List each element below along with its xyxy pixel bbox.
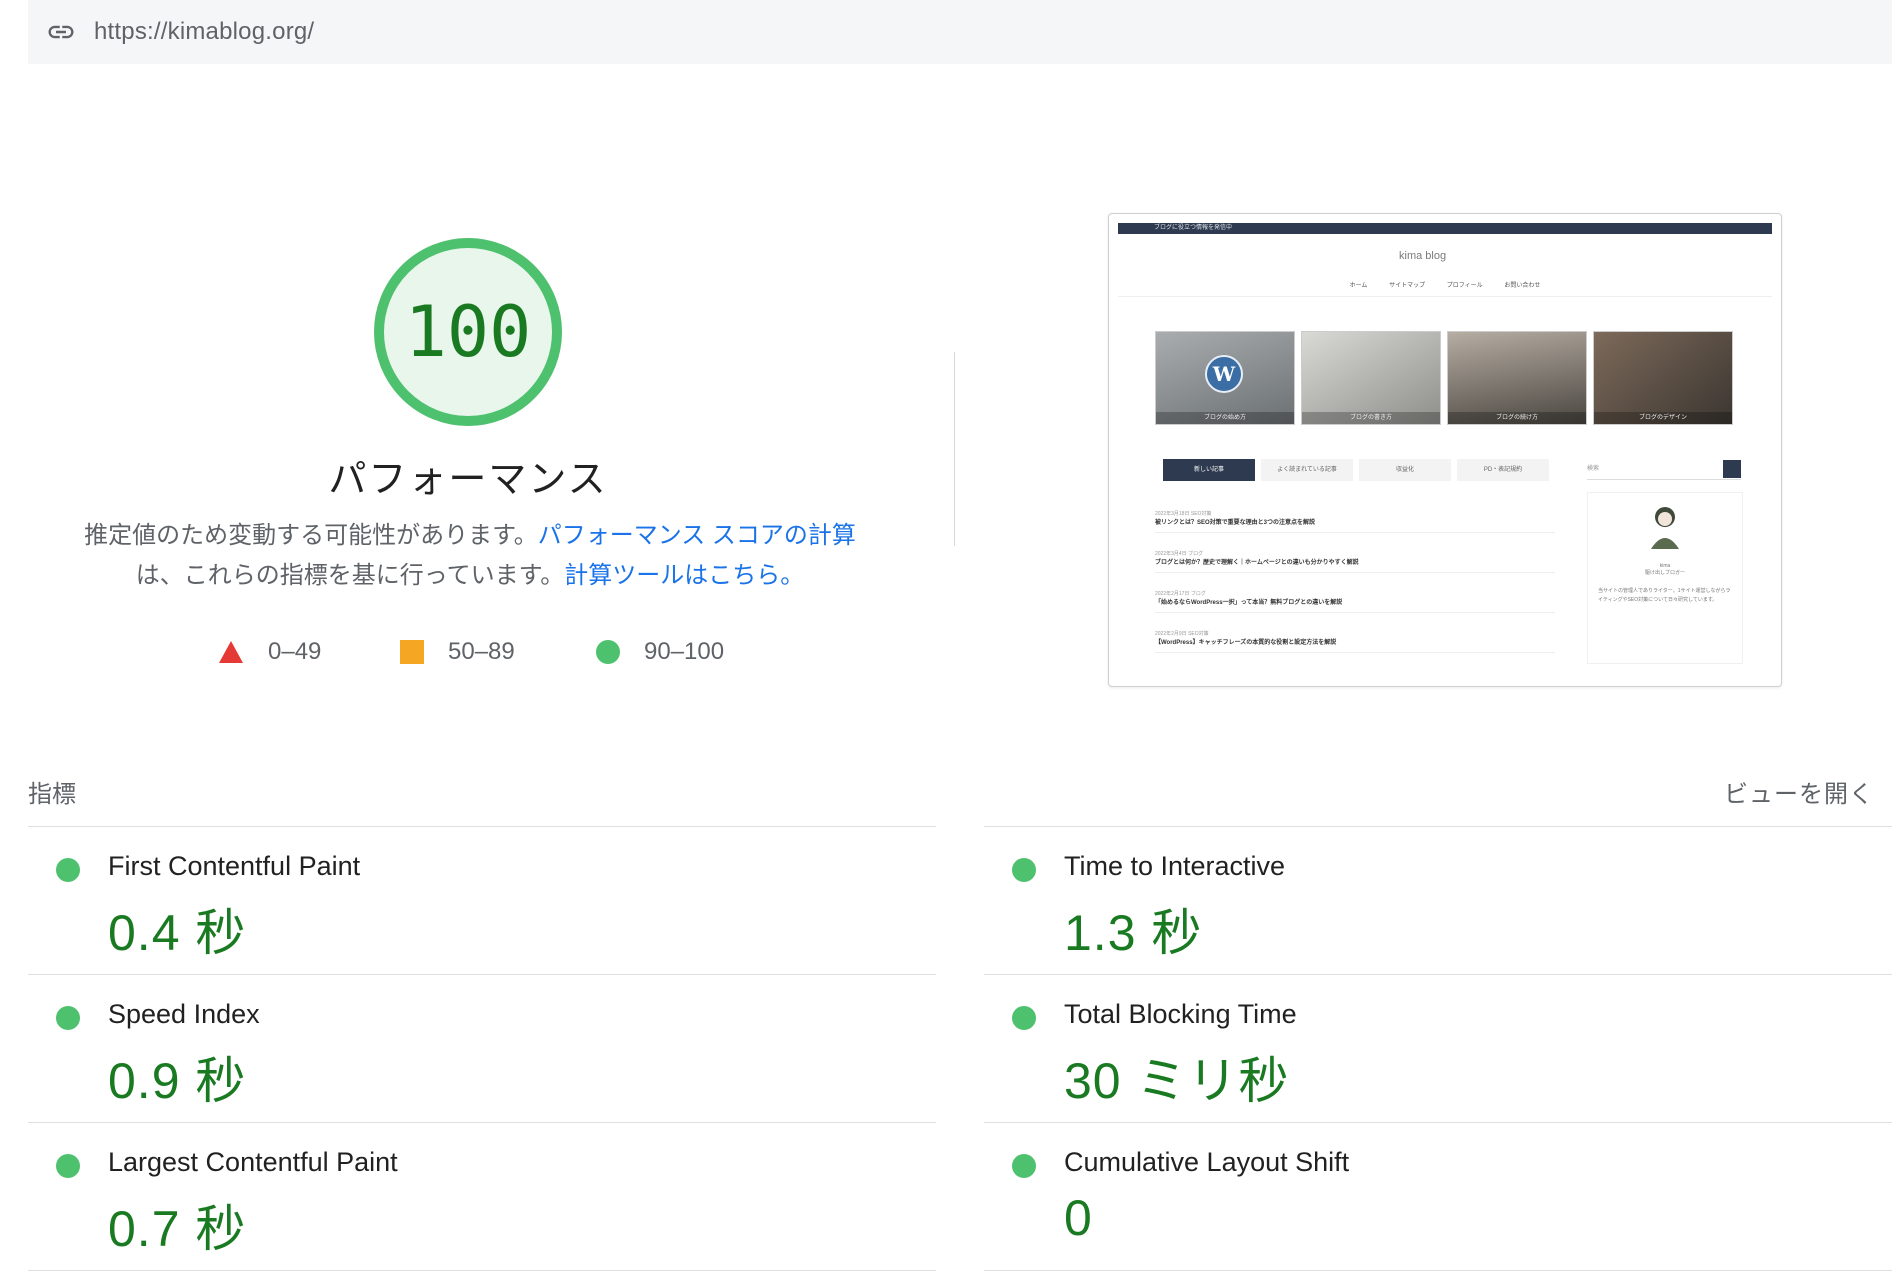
square-icon: [400, 640, 424, 664]
performance-score-gauge: 100: [370, 234, 566, 430]
thumb-tab: 新しい記事: [1163, 459, 1255, 481]
thumb-profile-bio: 当サイトの管理人でありライター。1サイト運営しながらライティングやSEO対策につ…: [1598, 588, 1731, 603]
legend-item-average: 50–89: [400, 638, 515, 666]
thumb-post-meta: 2022年2月17日 ブログ: [1155, 591, 1206, 597]
pass-status-icon: [56, 1006, 80, 1030]
metric-value: 0.9 秒: [108, 1053, 247, 1109]
thumb-topbar-text: ブログに役立つ情報を発信中: [1154, 225, 1233, 231]
performance-score: 100: [404, 291, 532, 373]
thumb-search-placeholder: 検索: [1587, 466, 1600, 472]
legend-range-pass: 90–100: [644, 638, 725, 665]
metric-largest-contentful-paint: Largest Contentful Paint 0.7 秒: [28, 1123, 936, 1271]
metric-value: 0: [1064, 1190, 1093, 1246]
description-text-2: は、これらの指標を基に行っています。: [135, 562, 565, 589]
score-calculation-link[interactable]: パフォーマンス スコアの計算: [538, 522, 856, 549]
thumb-search: 検索: [1587, 459, 1741, 480]
metric-title: Total Blocking Time: [1064, 999, 1297, 1029]
thumb-tab: 収益化: [1359, 459, 1451, 481]
metric-title: First Contentful Paint: [108, 851, 361, 881]
score-legend: 0–49 50–89 90–100: [0, 638, 960, 674]
wordpress-icon: W: [1205, 355, 1243, 393]
thumb-post-meta: 2022年3月18日 SEO対策: [1155, 511, 1212, 517]
thumb-nav-item: お問い合わせ: [1504, 283, 1541, 289]
thumb-logo: kima blog: [1399, 250, 1447, 262]
thumb-nav-item: ホーム: [1349, 283, 1368, 289]
pass-status-icon: [1012, 1154, 1036, 1178]
thumb-post-title: 【WordPress】キャッチフレーズの本質的な役割と設定方法を解説: [1155, 640, 1337, 646]
metric-first-contentful-paint: First Contentful Paint 0.4 秒: [28, 827, 936, 975]
thumb-post-meta: 2022年2月9日 SEO対策: [1155, 631, 1209, 637]
open-view-button[interactable]: ビューを開く: [1724, 774, 1874, 809]
metric-value: 0.4 秒: [108, 905, 247, 961]
legend-range-average: 50–89: [448, 638, 515, 665]
thumb-post-title: 「始めるならWordPress一択」って本当？無料ブログとの違いを解説: [1155, 600, 1343, 606]
thumb-tile-caption: ブログの始め方: [1156, 412, 1294, 424]
thumb-nav: ホーム サイトマップ プロフィール お問い合わせ: [1109, 280, 1781, 289]
calculator-link[interactable]: 計算ツールはこちら。: [564, 562, 804, 589]
thumb-tab: PD・表記規約: [1457, 459, 1549, 481]
thumb-post: 2022年3月18日 SEO対策 被リンクとは？SEO対策で重要な理由と3つの注…: [1155, 510, 1555, 533]
link-icon: [48, 25, 74, 39]
thumb-tile: ブログの書き方: [1301, 331, 1441, 425]
thumb-tab: よく読まれている記事: [1261, 459, 1353, 481]
thumb-tile: ブログのデザイン: [1593, 331, 1733, 425]
thumb-post-title: ブログとは何か？歴史で理解く｜ホームページとの違いも分かりやすく解説: [1155, 560, 1359, 566]
pass-status-icon: [56, 858, 80, 882]
legend-item-fail: 0–49: [218, 638, 321, 666]
vertical-divider: [954, 352, 955, 546]
page-url[interactable]: https://kimablog.org/: [94, 18, 314, 46]
triangle-icon: [219, 641, 243, 663]
score-description: 推定値のため変動する可能性があります。パフォーマンス スコアの計算 は、これらの…: [60, 516, 880, 596]
metric-total-blocking-time: Total Blocking Time 30 ミリ秒: [984, 975, 1892, 1123]
thumb-tabs: 新しい記事 よく読まれている記事 収益化 PD・表記規約: [1163, 459, 1563, 481]
metric-value: 1.3 秒: [1064, 905, 1203, 961]
thumb-post: 2022年2月17日 ブログ 「始めるならWordPress一択」って本当？無料…: [1155, 590, 1555, 613]
metric-title: Speed Index: [108, 999, 260, 1029]
gauge-title: パフォーマンス: [328, 459, 608, 501]
thumb-tile: ブログの続け方: [1447, 331, 1587, 425]
metric-title: Largest Contentful Paint: [108, 1147, 398, 1177]
metric-title: Time to Interactive: [1064, 851, 1286, 881]
url-bar: https://kimablog.org/: [28, 0, 1892, 64]
thumb-nav-item: サイトマップ: [1389, 283, 1426, 289]
thumb-nav-item: プロフィール: [1446, 283, 1483, 289]
metric-time-to-interactive: Time to Interactive 1.3 秒: [984, 827, 1892, 975]
thumb-divider: [1118, 296, 1772, 297]
thumb-tile-caption: ブログの書き方: [1302, 412, 1440, 424]
metric-value: 0.7 秒: [108, 1201, 247, 1257]
thumb-tile: W ブログの始め方: [1155, 331, 1295, 425]
thumb-topbar: ブログに役立つ情報を発信中: [1118, 223, 1772, 234]
pass-status-icon: [1012, 1006, 1036, 1030]
metric-cumulative-layout-shift: Cumulative Layout Shift 0: [984, 1123, 1892, 1271]
circle-icon: [596, 640, 620, 664]
thumb-profile-name: kima 駆け出しブロガー: [1644, 563, 1685, 576]
thumb-post: 2022年3月4日 ブログ ブログとは何か？歴史で理解く｜ホームページとの違いも…: [1155, 550, 1555, 573]
metric-speed-index: Speed Index 0.9 秒: [28, 975, 936, 1123]
thumb-tile-caption: ブログのデザイン: [1594, 412, 1732, 424]
page-screenshot-thumbnail: ブログに役立つ情報を発信中 kima blog ホーム サイトマップ プロフィー…: [1108, 213, 1782, 687]
thumb-post-meta: 2022年3月4日 ブログ: [1155, 551, 1204, 557]
legend-item-pass: 90–100: [596, 638, 724, 666]
avatar: [1651, 507, 1679, 549]
metrics-label: 指標: [28, 781, 76, 808]
metric-title: Cumulative Layout Shift: [1064, 1147, 1350, 1177]
thumb-post-title: 被リンクとは？SEO対策で重要な理由と3つの注意点を解説: [1155, 520, 1316, 526]
metric-value: 30 ミリ秒: [1064, 1053, 1290, 1109]
pass-status-icon: [1012, 858, 1036, 882]
pass-status-icon: [56, 1154, 80, 1178]
thumb-tile-caption: ブログの続け方: [1448, 412, 1586, 424]
legend-range-fail: 0–49: [268, 638, 322, 665]
svg-text:W: W: [1212, 362, 1236, 386]
thumb-search-icon: [1723, 460, 1741, 478]
thumb-profile-card: kima 駆け出しブロガー 当サイトの管理人でありライター。1サイト運営しながら…: [1587, 492, 1743, 664]
description-text: 推定値のため変動する可能性があります。: [84, 522, 538, 549]
thumb-post: 2022年2月9日 SEO対策 【WordPress】キャッチフレーズの本質的な…: [1155, 630, 1555, 653]
